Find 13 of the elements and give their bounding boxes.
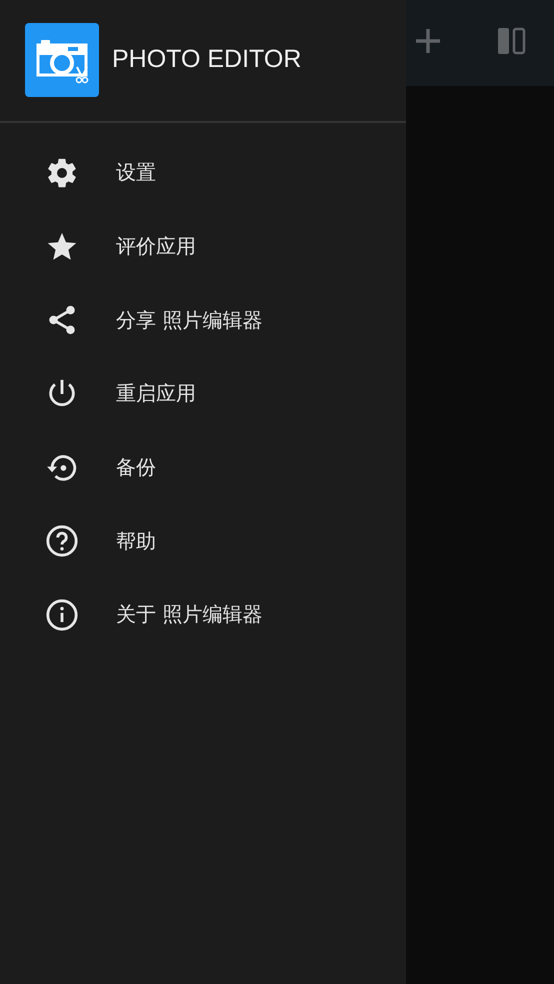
compare-icon[interactable] (497, 26, 527, 56)
menu-item[interactable]: 重启应用 (0, 357, 406, 431)
app-logo-icon (25, 22, 99, 96)
menu-item[interactable]: 分享 照片编辑器 (0, 283, 406, 358)
add-icon[interactable] (414, 27, 442, 55)
info-icon (45, 598, 79, 632)
app-title: PHOTO EDITOR (112, 45, 302, 74)
menu-item[interactable]: 设置 (0, 136, 406, 210)
menu-item[interactable]: 评价应用 (0, 210, 406, 284)
menu-item[interactable]: 关于 照片编辑器 (0, 578, 406, 652)
menu-item[interactable]: 帮助 (0, 504, 406, 578)
help-icon (45, 524, 79, 558)
menu-item[interactable]: 备份 (0, 430, 406, 504)
